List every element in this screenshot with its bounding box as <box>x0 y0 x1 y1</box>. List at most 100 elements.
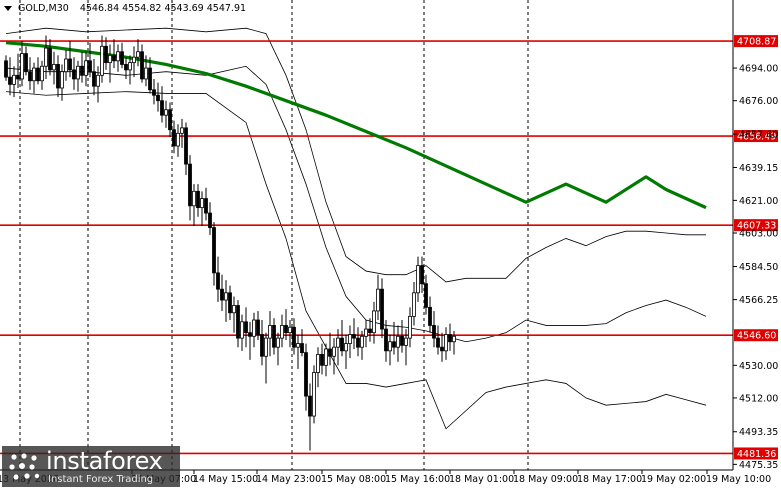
candle-body <box>444 334 448 352</box>
candle-18 <box>76 60 80 92</box>
candle-109 <box>440 332 444 362</box>
candle-body <box>132 56 136 64</box>
candle-body <box>152 89 156 96</box>
candle-88 <box>356 327 360 357</box>
candle-14 <box>60 64 64 101</box>
instaforex-logo: instaforex Instant Forex Trading <box>2 446 180 487</box>
candle-body <box>332 346 336 357</box>
candle-48 <box>196 184 200 217</box>
y-tick-label-7: 4566.25 <box>739 295 778 306</box>
candle-body <box>108 54 112 64</box>
candle-body <box>32 67 36 82</box>
candle-106 <box>428 296 432 333</box>
candle-body <box>40 65 44 82</box>
candle-99 <box>400 320 404 353</box>
candle-body <box>16 74 20 80</box>
candle-body <box>80 65 84 76</box>
price-chart[interactable]: 4708.874656.494607.334546.604481.36 4694… <box>0 0 781 489</box>
candle-body <box>236 305 240 339</box>
candle-body <box>124 64 128 71</box>
candle-body <box>164 109 168 116</box>
candle-body <box>64 58 68 73</box>
candle-body <box>336 337 340 348</box>
candle-13 <box>56 55 60 98</box>
y-tick-label-8: 4530.00 <box>739 361 778 372</box>
candle-33 <box>136 39 140 67</box>
candle-19 <box>80 51 84 83</box>
candle-body <box>376 288 380 312</box>
chevron-down-icon[interactable] <box>4 6 12 11</box>
x-tick-label-6: 18 May 01:00 <box>449 474 514 485</box>
candle-body <box>448 334 452 343</box>
candle-body <box>284 325 288 334</box>
y-tick-label-11: 4475.35 <box>739 460 778 471</box>
candle-body <box>44 47 48 67</box>
candle-10 <box>44 35 48 79</box>
logo-mark-icon <box>9 453 40 480</box>
candle-body <box>320 354 324 366</box>
candle-7 <box>32 62 36 94</box>
period-separators <box>19 0 529 470</box>
candle-body <box>204 198 208 214</box>
candle-body <box>256 319 260 335</box>
candle-28 <box>116 44 120 72</box>
candle-24 <box>100 35 104 83</box>
candle-9 <box>40 60 44 90</box>
candle-79 <box>320 343 324 375</box>
candle-body <box>296 343 300 348</box>
candle-73 <box>296 334 300 369</box>
candle-body <box>344 343 348 352</box>
logo-tagline: Instant Forex Trading <box>48 474 154 485</box>
candle-26 <box>108 44 112 83</box>
candle-49 <box>200 191 204 226</box>
candle-6 <box>28 57 32 90</box>
candle-body <box>88 60 92 73</box>
candle-68 <box>276 332 280 366</box>
logo-name: instaforex <box>46 447 163 475</box>
candle-53 <box>216 256 220 302</box>
candle-17 <box>72 57 76 90</box>
chart-header: GOLD,M30 4546.84 4554.82 4543.69 4547.91 <box>4 3 246 14</box>
candle-96 <box>388 334 392 366</box>
candle-body <box>412 292 416 317</box>
candle-45 <box>184 122 188 175</box>
candle-50 <box>204 187 208 221</box>
x-tick-label-4: 15 May 08:00 <box>321 474 386 485</box>
candle-body <box>240 321 244 339</box>
ma-line <box>5 41 707 210</box>
candle-body <box>228 292 232 314</box>
candle-body <box>200 198 204 209</box>
bollinger-lower <box>5 91 707 430</box>
candle-body <box>244 321 248 334</box>
candle-body <box>340 337 344 352</box>
candle-29 <box>120 42 124 69</box>
candle-94 <box>380 278 384 339</box>
candle-body <box>428 306 432 326</box>
candle-body <box>120 51 124 65</box>
candle-body <box>416 265 420 294</box>
candle-body <box>368 328 372 334</box>
candle-body <box>144 67 148 80</box>
candle-34 <box>140 44 144 83</box>
candle-47 <box>192 184 196 226</box>
candle-55 <box>224 280 228 322</box>
x-tick-label-5: 15 May 16:00 <box>385 474 450 485</box>
candle-39 <box>160 86 164 123</box>
x-tick-label-8: 18 May 17:00 <box>577 474 642 485</box>
candle-66 <box>268 310 272 357</box>
candle-body <box>140 51 144 80</box>
x-tick-label-10: 19 May 10:00 <box>706 474 771 485</box>
candle-body <box>76 65 80 80</box>
candle-body <box>168 109 172 131</box>
candle-98 <box>396 325 400 362</box>
candle-body <box>404 337 408 346</box>
candle-61 <box>248 321 252 360</box>
candle-body <box>396 335 400 348</box>
candle-15 <box>64 49 68 81</box>
candle-body <box>220 288 224 301</box>
level-label-4: 4481.36 <box>737 449 776 460</box>
candle-body <box>312 372 316 417</box>
candle-81 <box>328 332 332 366</box>
candle-body <box>160 100 164 116</box>
candle-body <box>176 132 180 147</box>
